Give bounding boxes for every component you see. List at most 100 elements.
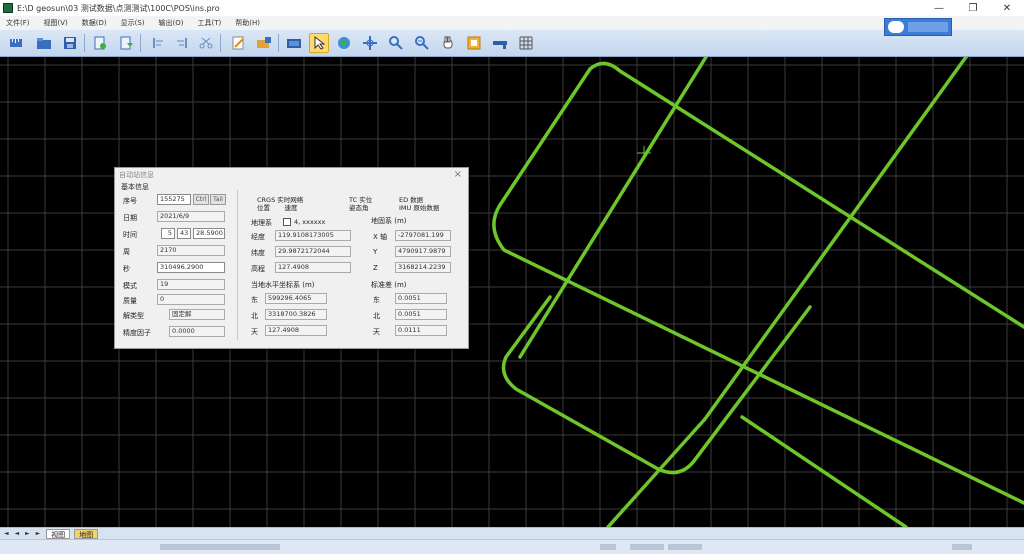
time-second-field[interactable]: 28.5900 — [193, 228, 225, 239]
basic-info-section: 基本信息 — [121, 183, 149, 191]
time-hour-field[interactable]: 5 — [161, 228, 175, 239]
cloud-status-text — [908, 22, 948, 32]
geodetic-label: 地理系 — [251, 219, 272, 227]
geocentric-label: 地固系 (m) — [371, 217, 407, 225]
map-canvas[interactable]: 自动站信息 × 基本信息 序号 155275 Ctrl Tail 日期 2021… — [0, 57, 1024, 527]
quality-label: 质量 — [123, 297, 137, 305]
menu-display[interactable]: 显示(S) — [121, 18, 145, 28]
y-field: 4790917.9879 — [395, 246, 451, 257]
enu-section-label: 当地水平坐标系 (m) — [251, 281, 315, 289]
east-label: 东 — [251, 296, 258, 304]
menu-data[interactable]: 数据(D) — [82, 18, 107, 28]
export-icon[interactable] — [116, 33, 136, 53]
tab-ed[interactable]: ED 数据 IMU 原始数据 — [399, 196, 439, 212]
status-field — [630, 544, 664, 550]
maximize-button[interactable]: ❐ — [956, 0, 990, 16]
toolbar-separator — [140, 34, 141, 52]
status-field — [668, 544, 702, 550]
trajectory-path — [492, 57, 1024, 527]
mode-field: 19 — [157, 279, 225, 290]
std-north-label: 北 — [373, 312, 380, 320]
up-field: 127.4908 — [265, 325, 327, 336]
solution-label: 解类型 — [123, 312, 144, 320]
zoom-out-icon[interactable] — [412, 33, 432, 53]
pan-hand-icon[interactable] — [438, 33, 458, 53]
cloud-icon — [888, 21, 904, 33]
new-page-icon[interactable] — [90, 33, 110, 53]
std-east-field: 0.0051 — [395, 293, 447, 304]
menu-view[interactable]: 视图(V) — [44, 18, 68, 28]
height-label: 高程 — [251, 265, 265, 273]
close-button[interactable]: ✕ — [990, 0, 1024, 16]
station-info-dialog: 自动站信息 × 基本信息 序号 155275 Ctrl Tail 日期 2021… — [114, 167, 469, 349]
second-label: 秒 — [123, 265, 130, 273]
precision-label: 精度因子 — [123, 329, 151, 337]
frame-icon[interactable] — [464, 33, 484, 53]
quality-field: 0 — [157, 294, 225, 305]
time-minute-field[interactable]: 43 — [177, 228, 191, 239]
seq-ctrl-button[interactable]: Ctrl — [193, 194, 209, 205]
tab-cgcs[interactable]: CRGS 实时网络 位置 速度 — [257, 196, 303, 212]
cloud-sync-button[interactable] — [884, 18, 952, 36]
seq-tail-button[interactable]: Tail — [210, 194, 226, 205]
week-field: 2170 — [157, 245, 225, 256]
menu-tools[interactable]: 工具(T) — [198, 18, 222, 28]
scissors-icon[interactable] — [196, 33, 216, 53]
lat-label: 纬度 — [251, 249, 265, 257]
menu-output[interactable]: 输出(O) — [159, 18, 184, 28]
toolbar-separator — [84, 34, 85, 52]
std-up-field: 0.0111 — [395, 325, 447, 336]
dialog-divider — [237, 190, 238, 340]
precision-field: 0.0000 — [169, 326, 225, 337]
x-label: X 轴 — [373, 233, 388, 241]
select-arrow-icon[interactable] — [309, 33, 329, 53]
menu-file[interactable]: 文件(F) — [6, 18, 30, 28]
date-label: 日期 — [123, 214, 137, 222]
status-field — [600, 544, 616, 550]
align-left-icon[interactable] — [148, 33, 168, 53]
tab-view[interactable]: 视图 — [46, 528, 71, 539]
time-label: 时间 — [123, 231, 137, 239]
lon-field: 119.9108173005 — [275, 230, 351, 241]
geodetic-check-label: 4, xxxxxx — [294, 218, 326, 226]
measure-icon[interactable] — [490, 33, 510, 53]
week-label: 周 — [123, 248, 130, 256]
folder-add-icon[interactable] — [254, 33, 274, 53]
edit-icon[interactable] — [228, 33, 248, 53]
align-right-icon[interactable] — [172, 33, 192, 53]
north-field: 3318700.3826 — [265, 309, 327, 320]
menu-help[interactable]: 帮助(H) — [235, 18, 260, 28]
dialog-close-button[interactable]: × — [454, 169, 462, 180]
seq-field[interactable]: 155275 — [157, 194, 191, 205]
zoom-in-icon[interactable] — [386, 33, 406, 53]
ruler-icon[interactable] — [6, 33, 26, 53]
tab-tc[interactable]: TC 实位 姿态角 — [349, 196, 372, 212]
status-field — [952, 544, 972, 550]
std-north-field: 0.0051 — [395, 309, 447, 320]
status-bar — [0, 539, 1024, 554]
save-icon[interactable] — [60, 33, 80, 53]
toolbar-separator — [220, 34, 221, 52]
crosshair-icon[interactable] — [360, 33, 380, 53]
layer-icon[interactable] — [284, 33, 304, 53]
lat-field: 29.9872172044 — [275, 246, 351, 257]
y-label: Y — [373, 248, 378, 256]
z-field: 3168214.2239 — [395, 262, 451, 273]
open-folder-icon[interactable] — [34, 33, 54, 53]
up-label: 天 — [251, 328, 258, 336]
height-field: 127.4908 — [275, 262, 351, 273]
geodetic-checkbox[interactable] — [283, 218, 291, 226]
grid-icon[interactable] — [516, 33, 536, 53]
toolbar — [0, 30, 1024, 57]
title-bar: E:\D geosun\03 测试数据\点测测试\100C\POS\ins.pr… — [0, 0, 1024, 16]
second-field[interactable]: 310496.2900 — [157, 262, 225, 273]
tab-map[interactable]: 地图 — [74, 528, 99, 539]
menu-bar: 文件(F) 视图(V) 数据(D) 显示(S) 输出(O) 工具(T) 帮助(H… — [0, 16, 1024, 30]
sheet-tab-bar: ◄ ◄ ► ► 视图 地图 — [0, 527, 1024, 539]
date-field: 2021/6/9 — [157, 211, 225, 222]
x-field: -2797081.199 — [395, 230, 451, 241]
globe-icon[interactable] — [334, 33, 354, 53]
tab-nav-arrows[interactable]: ◄ ◄ ► ► — [4, 530, 42, 537]
east-field: 599296.4065 — [265, 293, 327, 304]
minimize-button[interactable]: — — [922, 0, 956, 16]
